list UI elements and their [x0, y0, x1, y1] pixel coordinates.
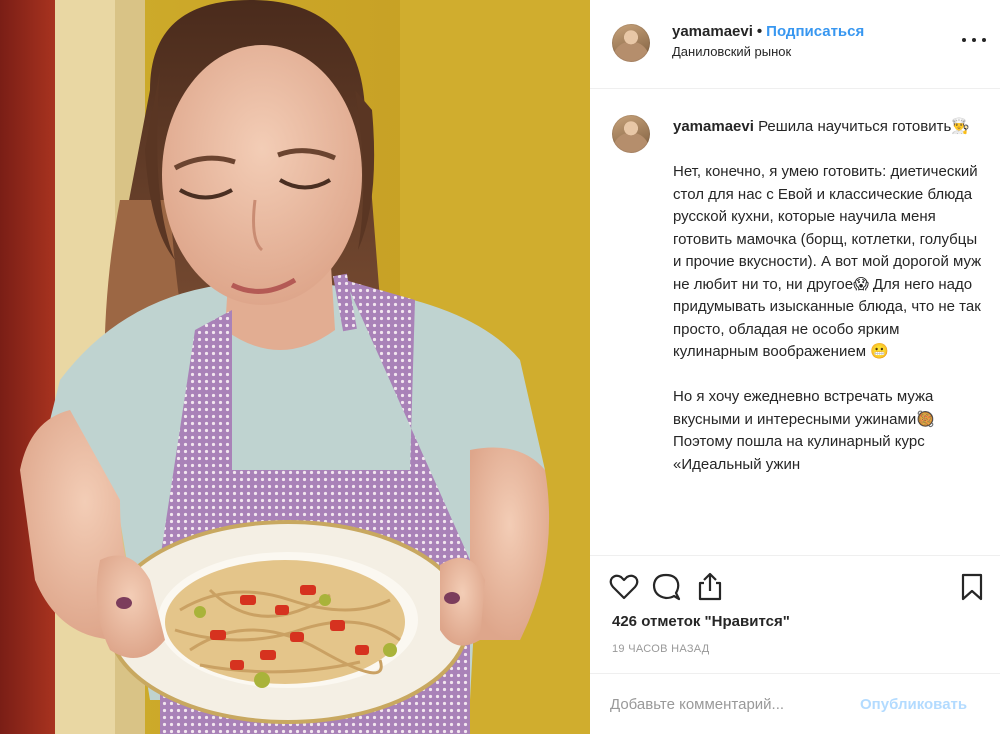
instagram-post-view: yamamaevi • Подписаться Даниловский рынок …: [0, 0, 1000, 734]
post-actions: 426 отметок "Нравится" 19 ЧАСОВ НАЗАД: [590, 555, 1000, 674]
post-photo[interactable]: [0, 0, 590, 734]
author-username[interactable]: yamamaevi: [672, 23, 753, 40]
bookmark-icon[interactable]: [956, 571, 988, 603]
caption-text: Решила научиться готовить👨‍🍳 Нет, конечн…: [673, 118, 982, 473]
likes-count[interactable]: 426 отметок "Нравится": [612, 613, 790, 630]
comment-icon[interactable]: [650, 571, 682, 603]
separator-dot: •: [756, 23, 763, 40]
author-avatar[interactable]: [612, 24, 650, 62]
follow-button[interactable]: Подписаться: [766, 23, 864, 40]
post-header: yamamaevi • Подписаться Даниловский рынок: [590, 0, 1000, 89]
caption: yamamaevi Решила научиться готовить👨‍🍳 Н…: [673, 116, 987, 476]
more-options-icon[interactable]: [962, 34, 986, 46]
header-user-line: yamamaevi • Подписаться: [672, 23, 864, 40]
dot: [982, 38, 986, 42]
share-icon[interactable]: [694, 571, 726, 603]
dot: [962, 38, 966, 42]
photo-illustration: [0, 0, 590, 734]
publish-button[interactable]: Опубликовать: [860, 696, 967, 713]
caption-section: yamamaevi Решила научиться готовить👨‍🍳 Н…: [590, 89, 1000, 555]
dot: [972, 38, 976, 42]
caption-username[interactable]: yamamaevi: [673, 118, 754, 135]
post-side-panel: yamamaevi • Подписаться Даниловский рынок …: [590, 0, 1000, 734]
heart-icon[interactable]: [608, 571, 640, 603]
post-timestamp[interactable]: 19 ЧАСОВ НАЗАД: [612, 643, 710, 655]
comment-bar: Опубликовать: [590, 673, 1000, 735]
caption-author-avatar[interactable]: [612, 115, 650, 153]
comment-input[interactable]: [610, 690, 850, 718]
post-location[interactable]: Даниловский рынок: [672, 44, 791, 59]
